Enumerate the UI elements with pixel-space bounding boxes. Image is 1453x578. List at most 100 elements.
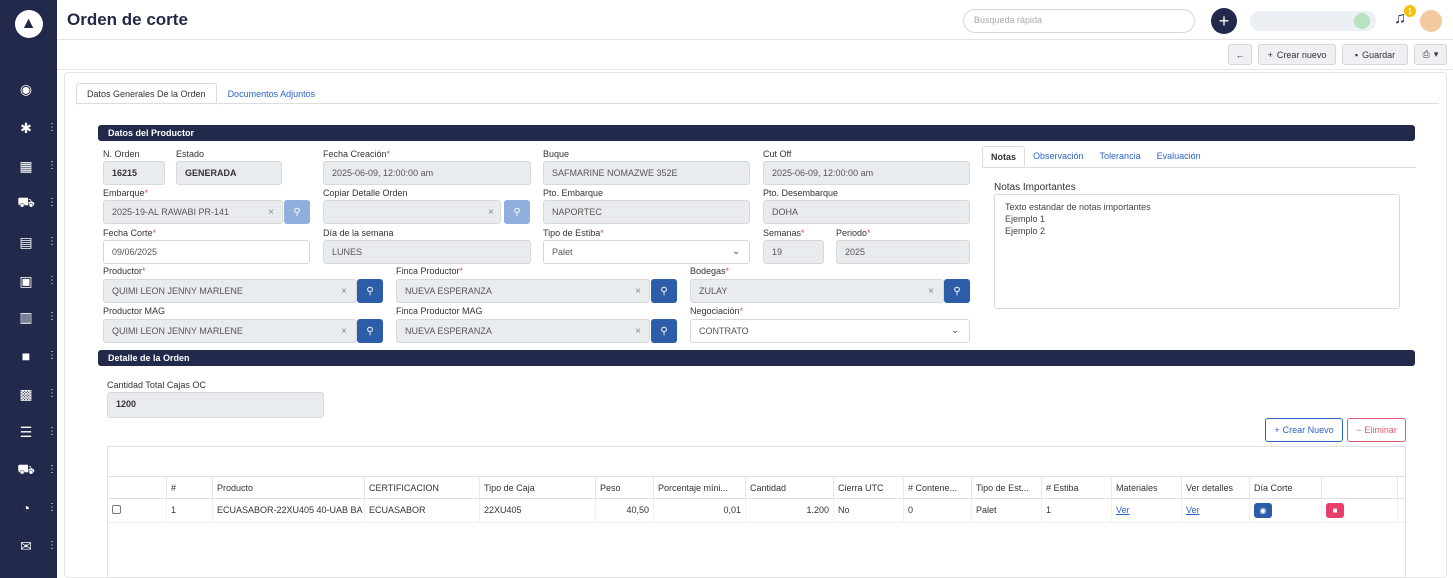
app-logo[interactable]: ▲ [14, 10, 43, 38]
tipo-estiba-select[interactable]: Palet [543, 240, 750, 264]
clear-icon[interactable]: × [259, 200, 283, 224]
row-checkbox[interactable] [112, 505, 121, 514]
grid-header-cell[interactable]: Día Corte [1250, 477, 1322, 498]
menu-dots-icon[interactable]: ⋮ [47, 540, 57, 551]
menu-dots-icon[interactable]: ⋮ [47, 311, 57, 322]
grid-header-cell[interactable]: Materiales [1112, 477, 1182, 498]
grid-header-cell[interactable]: Tipo de Est... [972, 477, 1042, 498]
search-icon: ⚲ [660, 325, 668, 337]
grid-header-cell[interactable]: CERTIFICACION [365, 477, 480, 498]
menu-dots-icon[interactable]: ⋮ [47, 197, 57, 208]
search-input[interactable]: Búsqueda rápida [963, 9, 1195, 33]
table-row[interactable]: 1 ECUASABOR-22XU405 40-UAB BA ECUASABOR … [108, 499, 1405, 523]
clear-icon[interactable]: × [479, 200, 503, 224]
delete-button[interactable]: − Eliminar [1347, 418, 1406, 442]
avatar[interactable] [1420, 10, 1442, 32]
fecha-creacion-label-text: Fecha Creación [323, 149, 387, 159]
grid-header-cell[interactable]: # [167, 477, 213, 498]
box-icon[interactable]: ■ [15, 345, 37, 367]
clear-icon[interactable]: × [919, 279, 943, 303]
menu-dots-icon[interactable]: ⋮ [47, 464, 57, 475]
search-embarque-button[interactable]: ⚲ [284, 200, 310, 224]
ver-detalles-link[interactable]: Ver [1186, 505, 1200, 515]
menu-dots-icon[interactable]: ⋮ [47, 388, 57, 399]
cash-register-icon[interactable]: ▥ [15, 306, 37, 328]
search-copiar-button[interactable]: ⚲ [504, 200, 530, 224]
list-icon[interactable]: ☰ [15, 421, 37, 443]
search-productor-mag-button[interactable]: ⚲ [357, 319, 383, 343]
grid-header-cell[interactable]: Cierra UTC [834, 477, 904, 498]
clear-icon[interactable]: × [332, 279, 356, 303]
settings-icon[interactable]: ✱ [15, 117, 37, 139]
clear-icon[interactable]: × [626, 279, 650, 303]
n-orden-label: N. Orden [103, 149, 140, 159]
store-icon[interactable]: ▣ [15, 270, 37, 292]
eye-icon[interactable]: ◉ [1254, 503, 1272, 518]
copiar-detalle-field[interactable] [323, 200, 501, 224]
grid-header-cell[interactable]: Tipo de Caja [480, 477, 596, 498]
search-bodegas-button[interactable]: ⚲ [944, 279, 970, 303]
chevron-down-icon: ▾ [1433, 49, 1439, 59]
menu-dots-icon[interactable]: ⋮ [47, 502, 57, 513]
productor-mag-field[interactable]: QUIMI LEON JENNY MARLENE [103, 319, 357, 343]
truck-icon[interactable]: ⛟ [15, 459, 37, 481]
grid-header-cell[interactable]: # Estiba [1042, 477, 1112, 498]
notes-line: Ejemplo 2 [1005, 226, 1046, 236]
productor-field[interactable]: QUIMI LEON JENNY MARLENE [103, 279, 357, 303]
top-bar: Orden de corte Búsqueda rápida + ♫ 1 [57, 0, 1453, 40]
calculator-icon[interactable]: ▦ [15, 155, 37, 177]
clear-icon[interactable]: × [332, 319, 356, 343]
save-icon: ▪ [1354, 49, 1359, 60]
mail-icon[interactable]: ✉ [15, 535, 37, 557]
bodegas-field[interactable]: ZULAY [690, 279, 944, 303]
create-new-detail-button[interactable]: + Crear Nuevo [1265, 418, 1343, 442]
user-menu[interactable] [1250, 11, 1376, 31]
search-icon: ⚲ [953, 285, 961, 297]
clear-icon[interactable]: × [626, 319, 650, 343]
finca-productor-field[interactable]: NUEVA ESPERANZA [396, 279, 650, 303]
dashboard-icon[interactable]: ◉ [15, 78, 37, 100]
menu-dots-icon[interactable]: ⋮ [47, 160, 57, 171]
grid-header-cell[interactable]: Ver detalles [1182, 477, 1250, 498]
negociacion-select[interactable]: CONTRATO [690, 319, 970, 343]
search-productor-button[interactable]: ⚲ [357, 279, 383, 303]
money-icon[interactable]: ▤ [15, 231, 37, 253]
finca-productor-mag-field[interactable]: NUEVA ESPERANZA [396, 319, 650, 343]
grid-header-cell[interactable]: # Contene... [904, 477, 972, 498]
search-finca-mag-button[interactable]: ⚲ [651, 319, 677, 343]
estado-field: GENERADA [176, 161, 282, 185]
menu-dots-icon[interactable]: ⋮ [47, 275, 57, 286]
menu-dots-icon[interactable]: ⋮ [47, 426, 57, 437]
row-select-cell[interactable] [108, 499, 167, 522]
grid-header-cell[interactable]: Producto [213, 477, 365, 498]
fecha-corte-field[interactable]: 09/06/2025 [103, 240, 310, 264]
menu-dots-icon[interactable]: ⋮ [47, 350, 57, 361]
notes-textarea[interactable]: Texto estandar de notas importantes Ejem… [994, 194, 1400, 309]
save-button[interactable]: ▪ Guardar [1342, 44, 1408, 65]
pie-chart-icon[interactable]: ◔ [15, 497, 37, 519]
add-icon[interactable]: + [1211, 8, 1237, 34]
tipo-estiba-label: Tipo de Estiba* [543, 228, 604, 238]
tab-observacion[interactable]: Observación [1025, 146, 1092, 167]
embarque-field[interactable]: 2025-19-AL RAWABI PR-141 [103, 200, 283, 224]
building-icon[interactable]: ▩ [15, 383, 37, 405]
grid-header-cell[interactable]: Porcentaje míni... [654, 477, 746, 498]
tab-evaluacion[interactable]: Evaluación [1149, 146, 1209, 167]
print-button[interactable]: ⎙ ▾ [1414, 44, 1447, 65]
row-estiba-cell: 1 [1042, 499, 1112, 522]
tab-tolerancia[interactable]: Tolerancia [1092, 146, 1149, 167]
grid-header-cell[interactable]: Peso [596, 477, 654, 498]
cart-icon[interactable]: ⛟ [15, 192, 37, 214]
search-finca-button[interactable]: ⚲ [651, 279, 677, 303]
tab-documentos-adjuntos[interactable]: Documentos Adjuntos [217, 83, 327, 105]
menu-dots-icon[interactable]: ⋮ [47, 122, 57, 133]
tab-notas[interactable]: Notas [982, 146, 1026, 167]
menu-dots-icon[interactable]: ⋮ [47, 236, 57, 247]
back-button[interactable]: ← [1228, 44, 1252, 65]
tab-datos-generales[interactable]: Datos Generales De la Orden [76, 83, 217, 105]
create-new-button[interactable]: + Crear nuevo [1258, 44, 1336, 65]
materiales-link[interactable]: Ver [1116, 505, 1130, 515]
total-cajas-label: Cantidad Total Cajas OC [107, 380, 206, 390]
grid-header-cell[interactable]: Cantidad [746, 477, 834, 498]
trash-icon[interactable]: ■ [1326, 503, 1344, 518]
